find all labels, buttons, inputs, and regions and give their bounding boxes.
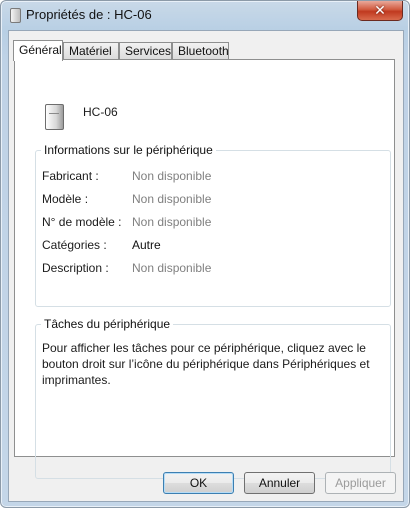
info-label: Modèle :: [42, 192, 89, 206]
device-info-group: Informations sur le périphérique Fabrica…: [35, 143, 391, 307]
device-tasks-text: Pour afficher les tâches pour ce périphé…: [42, 341, 370, 387]
device-icon: [45, 104, 64, 130]
info-label: Description :: [42, 261, 109, 275]
tab-panel-general: HC-06 Informations sur le périphérique F…: [14, 59, 395, 479]
info-label: Catégories :: [42, 238, 107, 252]
info-label: N° de modèle :: [42, 215, 122, 229]
close-button[interactable]: ✕: [357, 1, 403, 21]
info-value: Non disponible: [132, 261, 212, 275]
info-value: Non disponible: [132, 192, 212, 206]
properties-dialog: Propriétés de : HC-06 ✕ Général Matériel…: [0, 0, 410, 508]
device-tasks-legend: Tâches du périphérique: [41, 317, 174, 331]
device-tasks-group: Tâches du périphérique Pour afficher les…: [35, 317, 391, 479]
apply-button[interactable]: Appliquer: [325, 472, 396, 494]
device-info-legend: Informations sur le périphérique: [41, 143, 216, 157]
tab-bluetooth[interactable]: Bluetooth: [172, 42, 229, 59]
device-name: HC-06: [83, 105, 118, 119]
tab-materiel[interactable]: Matériel: [63, 42, 119, 59]
title-bar[interactable]: Propriétés de : HC-06 ✕: [1, 1, 409, 29]
close-icon: ✕: [374, 2, 386, 18]
ok-button[interactable]: OK: [163, 472, 234, 494]
tab-general[interactable]: Général: [13, 40, 63, 61]
info-value: Non disponible: [132, 215, 212, 229]
window-title: Propriétés de : HC-06: [26, 7, 152, 22]
info-value: Autre: [132, 238, 161, 252]
info-label: Fabricant :: [42, 169, 99, 183]
cancel-button[interactable]: Annuler: [244, 472, 315, 494]
device-icon: [10, 8, 21, 23]
tab-services[interactable]: Services: [119, 42, 172, 59]
info-value: Non disponible: [132, 169, 212, 183]
dialog-client: Général Matériel Services Bluetooth HC-0…: [8, 30, 404, 502]
